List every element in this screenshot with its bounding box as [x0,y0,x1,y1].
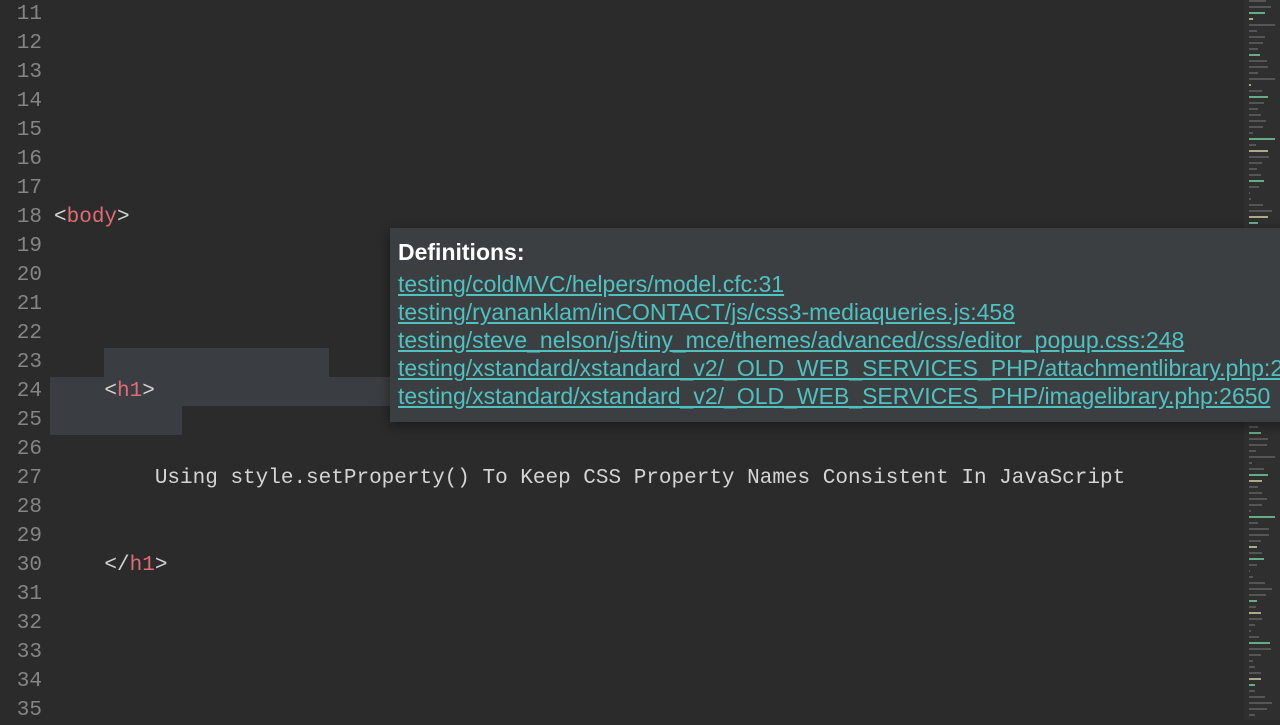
definition-link[interactable]: testing/xstandard/xstandard_v2/_OLD_WEB_… [398,354,1276,382]
line-number: 26 [0,435,42,464]
definition-link[interactable]: testing/xstandard/xstandard_v2/_OLD_WEB_… [398,382,1276,410]
line-number: 11 [0,0,42,29]
line-number: 18 [0,203,42,232]
line-number: 34 [0,667,42,696]
tooltip-title: Definitions: [398,238,1276,266]
line-number: 17 [0,174,42,203]
line-number: 13 [0,58,42,87]
line-number: 35 [0,696,42,725]
line-number: 24 [0,377,42,406]
line-number: 27 [0,464,42,493]
line-number: 19 [0,232,42,261]
line-number: 33 [0,638,42,667]
line-number: 21 [0,290,42,319]
line-number: 23 [0,348,42,377]
line-number-gutter: 1112131415161718192021222324252627282930… [0,0,50,720]
line-number: 31 [0,580,42,609]
code-line[interactable]: Using style.setProperty() To Keep CSS Pr… [54,464,1280,493]
line-number: 20 [0,261,42,290]
definition-link[interactable]: testing/ryananklam/inCONTACT/js/css3-med… [398,298,1276,326]
line-number: 32 [0,609,42,638]
code-line[interactable]: </h1> [54,551,1280,580]
line-number: 25 [0,406,42,435]
definition-link[interactable]: testing/steve_nelson/js/tiny_mce/themes/… [398,326,1276,354]
line-number: 16 [0,145,42,174]
line-number: 12 [0,29,42,58]
definition-link[interactable]: testing/coldMVC/helpers/model.cfc:31 [398,270,1276,298]
line-number: 28 [0,493,42,522]
line-number: 29 [0,522,42,551]
code-line[interactable] [54,638,1280,667]
line-number: 14 [0,87,42,116]
line-number: 30 [0,551,42,580]
definitions-tooltip: Definitions: testing/coldMVC/helpers/mod… [390,228,1280,422]
line-number: 22 [0,319,42,348]
line-number: 15 [0,116,42,145]
